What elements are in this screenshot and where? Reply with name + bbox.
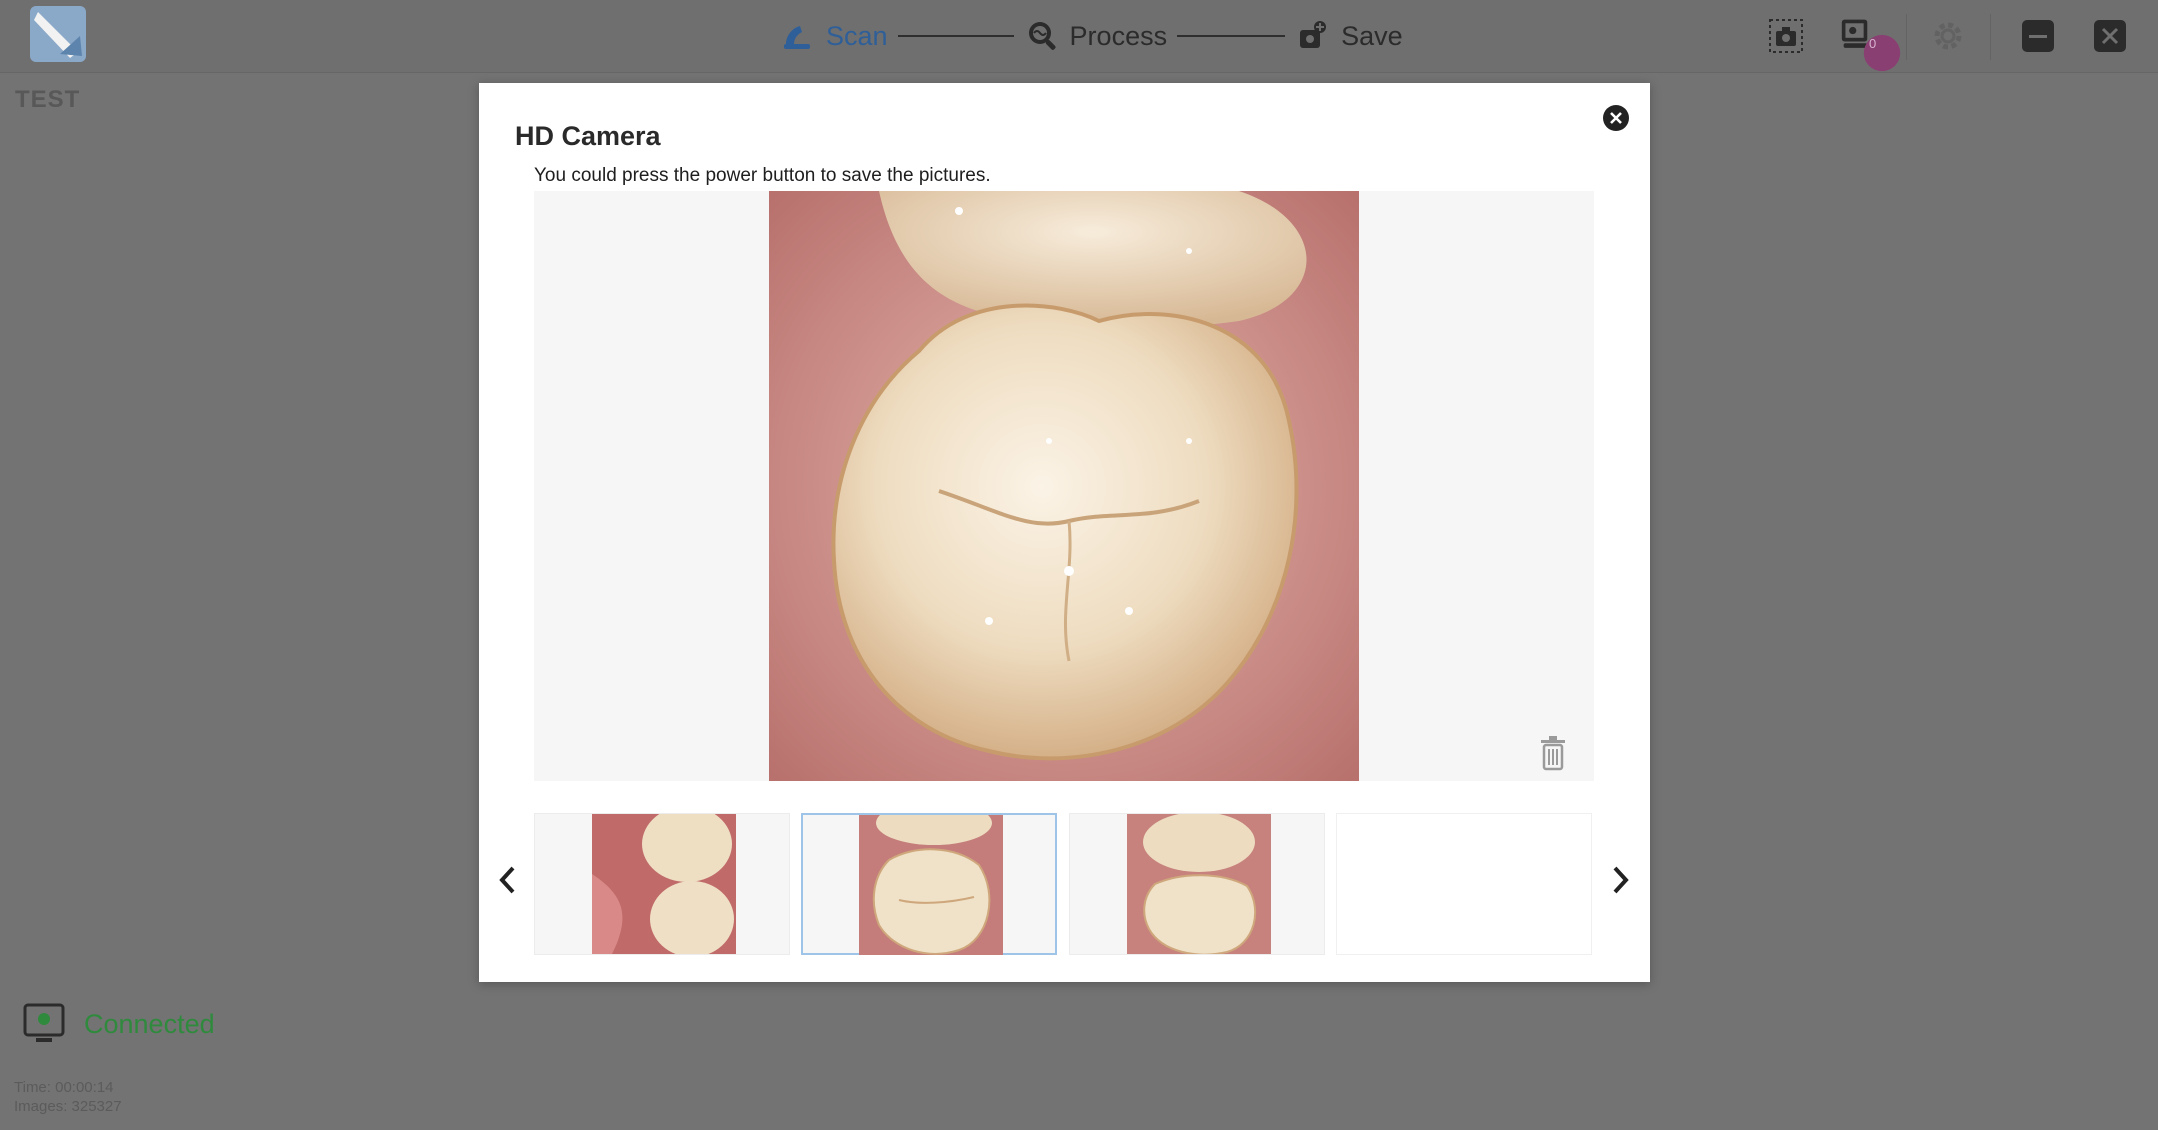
thumbnail-image [1127, 814, 1271, 954]
dialog-close-button[interactable] [1601, 103, 1631, 133]
next-thumbnails-button[interactable] [1605, 860, 1635, 900]
delete-photo-button[interactable] [1538, 735, 1568, 771]
thumbnail-1[interactable] [534, 813, 790, 955]
previous-thumbnails-button[interactable] [493, 860, 523, 900]
step-process[interactable]: Process [1024, 18, 1167, 54]
step-save[interactable]: Save [1295, 18, 1403, 54]
settings-icon [1934, 22, 1962, 50]
photo-preview [534, 191, 1594, 781]
close-window-button[interactable] [2090, 16, 2130, 56]
tooth-photo [769, 191, 1359, 781]
hd-camera-dialog: HD Camera You could press the power butt… [479, 83, 1650, 982]
close-circle-icon [1603, 105, 1629, 131]
stats-images: Images: 325327 [14, 1098, 122, 1115]
minimize-button[interactable] [2018, 16, 2058, 56]
workspace-title: TEST [15, 86, 81, 113]
screenshot-icon [1769, 19, 1803, 53]
thumbnail-4[interactable] [1336, 813, 1592, 955]
minimize-icon [2022, 20, 2054, 52]
toolbar-divider [1990, 14, 1991, 60]
thumbnail-3[interactable] [1069, 813, 1325, 955]
title-bar: Scan Process Save 0 [0, 0, 2158, 73]
thumbnail-image-3 [1127, 814, 1271, 954]
save-icon [1300, 21, 1327, 48]
scan-icon [784, 26, 810, 49]
thumbnail-image-1 [592, 814, 736, 954]
stats-time: Time: 00:00:14 [14, 1079, 114, 1096]
workflow-steps: Scan Process Save [780, 14, 1403, 58]
screenshot-button[interactable] [1766, 16, 1806, 56]
thumbnail-image [592, 814, 736, 954]
status-label: Connected [84, 1008, 215, 1039]
trash-icon [1541, 736, 1565, 771]
thumbnail-image [859, 815, 1003, 955]
tooth-photo-image [769, 191, 1359, 781]
toolbar-divider [1906, 14, 1907, 60]
thumbnail-image-2 [859, 815, 1003, 955]
badge-dot-icon [1863, 34, 1901, 72]
chevron-right-icon [1613, 866, 1629, 894]
process-icon [1028, 22, 1056, 50]
step-connector [897, 35, 1014, 37]
connected-monitor-icon [23, 1003, 65, 1042]
step-connector [1177, 35, 1286, 37]
thumbnail-strip [534, 813, 1594, 957]
scan-stats: Time: 00:00:14 Images: 325327 [14, 1078, 122, 1116]
dialog-hint: You could press the power button to save… [534, 165, 991, 186]
settings-button[interactable] [1928, 16, 1968, 56]
thumbnail-2[interactable] [801, 813, 1057, 955]
app-logo-icon [30, 6, 86, 62]
chevron-left-icon [499, 866, 515, 894]
connection-status: Connected [22, 1002, 215, 1046]
close-icon [2094, 20, 2126, 52]
step-scan[interactable]: Scan [780, 18, 888, 54]
gallery-badge: 0 [1862, 33, 1901, 72]
dialog-title: HD Camera [515, 121, 661, 151]
